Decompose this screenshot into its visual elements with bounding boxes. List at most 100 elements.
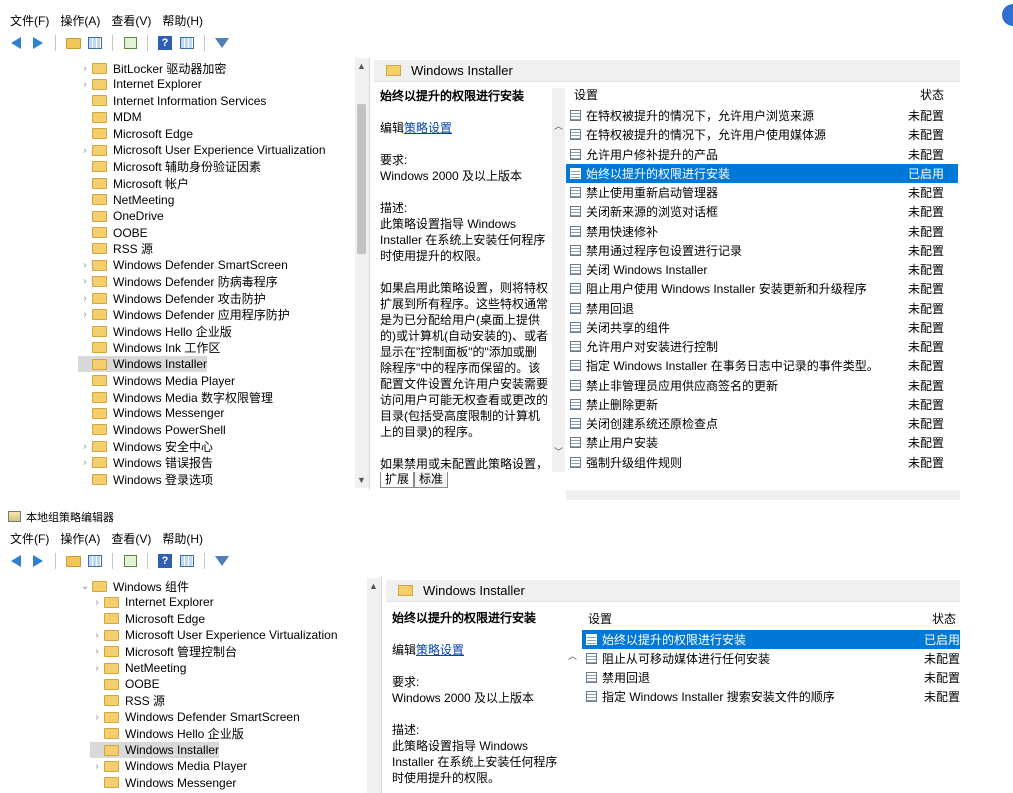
chevron-right-icon[interactable]: › [78, 260, 92, 271]
chevron-right-icon[interactable]: › [90, 663, 104, 674]
tree-item[interactable]: Internet Information Services [78, 93, 266, 109]
menu-action[interactable]: 操作(A) [54, 12, 105, 29]
menu-help[interactable]: 帮助(H) [156, 12, 208, 29]
scroll-down-icon[interactable]: ▼ [355, 474, 368, 486]
tree-item[interactable]: Windows Messenger [78, 405, 224, 421]
chevron-right-icon[interactable]: › [78, 309, 92, 320]
horizontal-scrollbar[interactable] [566, 490, 960, 500]
chevron-right-icon[interactable]: › [78, 145, 92, 156]
setting-row[interactable]: 禁止非管理员应用供应商签名的更新 未配置 [566, 376, 958, 395]
column-setting[interactable]: 设置 [574, 86, 598, 103]
setting-row[interactable]: 关闭创建系统还原检查点 未配置 [566, 414, 958, 433]
scroll-up-icon[interactable]: ︿ [566, 650, 579, 662]
setting-row[interactable]: 关闭共享的组件 未配置 [566, 318, 958, 337]
side-notification-icon[interactable] [1002, 4, 1013, 26]
column-state[interactable]: 状态 [932, 610, 956, 627]
tree-item[interactable]: › Windows 错误报告 [78, 455, 213, 471]
forward-button[interactable] [28, 34, 48, 52]
tree-item[interactable]: Windows Ink 工作区 [78, 340, 220, 356]
help-button[interactable]: ? [155, 552, 175, 570]
chevron-right-icon[interactable]: › [78, 457, 92, 468]
tree-item[interactable]: Windows PowerShell [78, 422, 226, 438]
tree-item[interactable]: Windows Installer [90, 742, 220, 758]
tree-item[interactable]: Windows Hello 企业版 [90, 726, 244, 742]
column-setting[interactable]: 设置 [588, 610, 612, 627]
back-button[interactable] [6, 34, 26, 52]
setting-row[interactable]: 始终以提升的权限进行安装 已启用 [582, 630, 960, 649]
tree-item[interactable]: › Windows Defender SmartScreen [78, 257, 287, 273]
setting-row[interactable]: 关闭新来源的浏览对话框 未配置 [566, 202, 958, 221]
setting-row[interactable]: 禁用回退 未配置 [566, 299, 958, 318]
chevron-right-icon[interactable]: › [90, 630, 104, 641]
setting-row[interactable]: 在特权被提升的情况下，允许用户浏览来源 未配置 [566, 106, 958, 125]
edit-policy-link[interactable]: 策略设置 [404, 121, 452, 135]
menu-help[interactable]: 帮助(H) [156, 530, 208, 547]
edit-policy-link[interactable]: 策略设置 [416, 643, 464, 657]
tree-item[interactable]: Windows 登录选项 [78, 471, 213, 487]
tree-item[interactable]: › Windows Defender 防病毒程序 [78, 274, 277, 290]
tree-item[interactable]: › Microsoft 管理控制台 [90, 644, 237, 660]
description-scrollbar[interactable]: ︿ [566, 610, 578, 793]
tree-item[interactable]: OOBE [90, 676, 160, 692]
chevron-right-icon[interactable]: › [78, 441, 92, 452]
scroll-up-icon[interactable]: ︿ [552, 120, 565, 132]
properties-button[interactable] [177, 34, 197, 52]
setting-row[interactable]: 禁用通过程序包设置进行记录 未配置 [566, 241, 958, 260]
setting-row[interactable]: 始终以提升的权限进行安装 已启用 [566, 163, 958, 183]
tree-item[interactable]: ⌄ Windows 组件 [78, 578, 189, 594]
tree-item[interactable]: › Internet Explorer [78, 76, 201, 92]
tree-item[interactable]: RSS 源 [90, 693, 165, 709]
tree-item[interactable]: Windows Media Player [78, 373, 235, 389]
setting-row[interactable]: 允许用户修补提升的产品 未配置 [566, 145, 958, 164]
scroll-thumb[interactable] [357, 104, 366, 254]
setting-row[interactable]: 指定 Windows Installer 搜索安装文件的顺序 未配置 [582, 687, 960, 706]
tree-item[interactable]: › Internet Explorer [90, 594, 213, 610]
tree-scrollbar[interactable]: ▲ ▼ [355, 58, 369, 488]
scroll-down-icon[interactable]: ﹀ [552, 446, 565, 458]
tree-item[interactable]: › Microsoft User Experience Virtualizatio… [78, 142, 325, 158]
tree-item[interactable]: Microsoft Edge [78, 126, 193, 142]
chevron-right-icon[interactable]: › [78, 276, 92, 287]
properties-button[interactable] [177, 552, 197, 570]
scroll-up-icon[interactable]: ▲ [355, 60, 368, 72]
setting-row[interactable]: 禁止使用重新启动管理器 未配置 [566, 183, 958, 202]
chevron-right-icon[interactable]: › [90, 597, 104, 608]
tree-item[interactable]: › Windows Defender SmartScreen [90, 709, 299, 725]
tree-item[interactable]: OOBE [78, 225, 148, 241]
chevron-right-icon[interactable]: › [78, 79, 92, 90]
tree-item[interactable]: Microsoft 辅助身份验证因素 [78, 159, 261, 175]
tree-item[interactable]: › Windows 安全中心 [78, 438, 213, 454]
menu-file[interactable]: 文件(F) [4, 12, 54, 29]
menu-view[interactable]: 查看(V) [105, 12, 156, 29]
chevron-right-icon[interactable]: › [90, 646, 104, 657]
setting-row[interactable]: 指定 Windows Installer 在事务日志中记录的事件类型。 未配置 [566, 356, 958, 375]
tree-item[interactable]: › Windows Defender 攻击防护 [78, 290, 265, 306]
tree-item[interactable]: Windows Messenger [90, 775, 236, 791]
chevron-right-icon[interactable]: › [90, 712, 104, 723]
tree-item[interactable]: › BitLocker 驱动器加密 [78, 60, 226, 76]
help-button[interactable]: ? [155, 34, 175, 52]
chevron-right-icon[interactable]: › [90, 761, 104, 772]
setting-row[interactable]: 强制升级组件规则 未配置 [566, 453, 958, 472]
up-folder-button[interactable] [63, 552, 83, 570]
setting-row[interactable]: 关闭 Windows Installer 未配置 [566, 260, 958, 279]
setting-row[interactable]: 禁止用户安装 未配置 [566, 433, 958, 452]
setting-row[interactable]: 禁用快速修补 未配置 [566, 222, 958, 241]
setting-row[interactable]: 在特权被提升的情况下，允许用户使用媒体源 未配置 [566, 125, 958, 144]
scroll-up-icon[interactable]: ▲ [367, 580, 380, 592]
forward-button[interactable] [28, 552, 48, 570]
setting-row[interactable]: 允许用户对安装进行控制 未配置 [566, 337, 958, 356]
tree-item[interactable]: Microsoft 帐户 [78, 175, 189, 191]
tree-item[interactable]: › Windows Defender 应用程序防护 [78, 307, 289, 323]
menu-view[interactable]: 查看(V) [105, 530, 156, 547]
export-list-button[interactable] [120, 34, 140, 52]
tree-item[interactable]: › Windows Media Player [90, 758, 247, 774]
up-folder-button[interactable] [63, 34, 83, 52]
setting-row[interactable]: 阻止用户使用 Windows Installer 安装更新和升级程序 未配置 [566, 279, 958, 298]
show-hide-tree-button[interactable] [85, 34, 105, 52]
tab-extended[interactable]: 扩展 [380, 472, 415, 488]
column-state[interactable]: 状态 [920, 86, 944, 103]
tree-item[interactable]: › NetMeeting [90, 660, 186, 676]
export-list-button[interactable] [120, 552, 140, 570]
tree-item[interactable]: Windows Installer [78, 356, 208, 373]
